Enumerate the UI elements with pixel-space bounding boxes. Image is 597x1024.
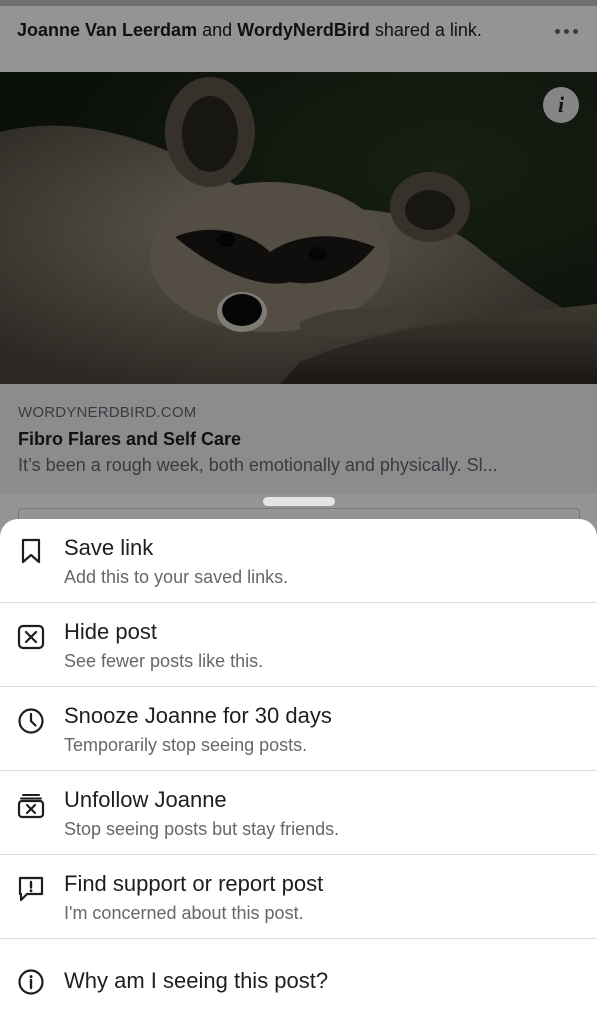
menu-item-subtitle: See fewer posts like this. [64, 651, 264, 671]
info-circle-icon [18, 969, 44, 995]
unfollow-icon [17, 794, 45, 819]
menu-item-subtitle: Temporarily stop seeing posts. [64, 735, 308, 755]
menu-item-title: Hide post [64, 619, 157, 644]
menu-item-subtitle: Stop seeing posts but stay friends. [64, 819, 340, 839]
menu-item-subtitle: I'm concerned about this post. [64, 903, 304, 923]
menu-item-title: Why am I seeing this post? [64, 968, 329, 993]
hide-post-icon [17, 624, 45, 650]
report-icon [18, 876, 44, 902]
menu-item-subtitle: Add this to your saved links. [64, 567, 289, 587]
menu-item-snooze[interactable]: Snooze Joanne for 30 days Temporarily st… [0, 687, 597, 771]
menu-item-title: Unfollow Joanne [64, 787, 227, 812]
menu-item-title: Snooze Joanne for 30 days [64, 703, 332, 728]
menu-item-hide-post[interactable]: Hide post See fewer posts like this. [0, 603, 597, 687]
menu-item-title: Save link [64, 535, 154, 560]
post-options-sheet: Save link Add this to your saved links. … [0, 519, 597, 1024]
clock-icon [18, 708, 44, 734]
sheet-drag-handle[interactable] [263, 497, 335, 506]
menu-item-title: Find support or report post [64, 871, 324, 896]
bookmark-icon [21, 538, 41, 564]
menu-item-save-link[interactable]: Save link Add this to your saved links. [0, 519, 597, 603]
menu-item-unfollow[interactable]: Unfollow Joanne Stop seeing posts but st… [0, 771, 597, 855]
menu-item-why-seeing[interactable]: Why am I seeing this post? [0, 939, 597, 1024]
menu-item-report[interactable]: Find support or report post I'm concerne… [0, 855, 597, 939]
